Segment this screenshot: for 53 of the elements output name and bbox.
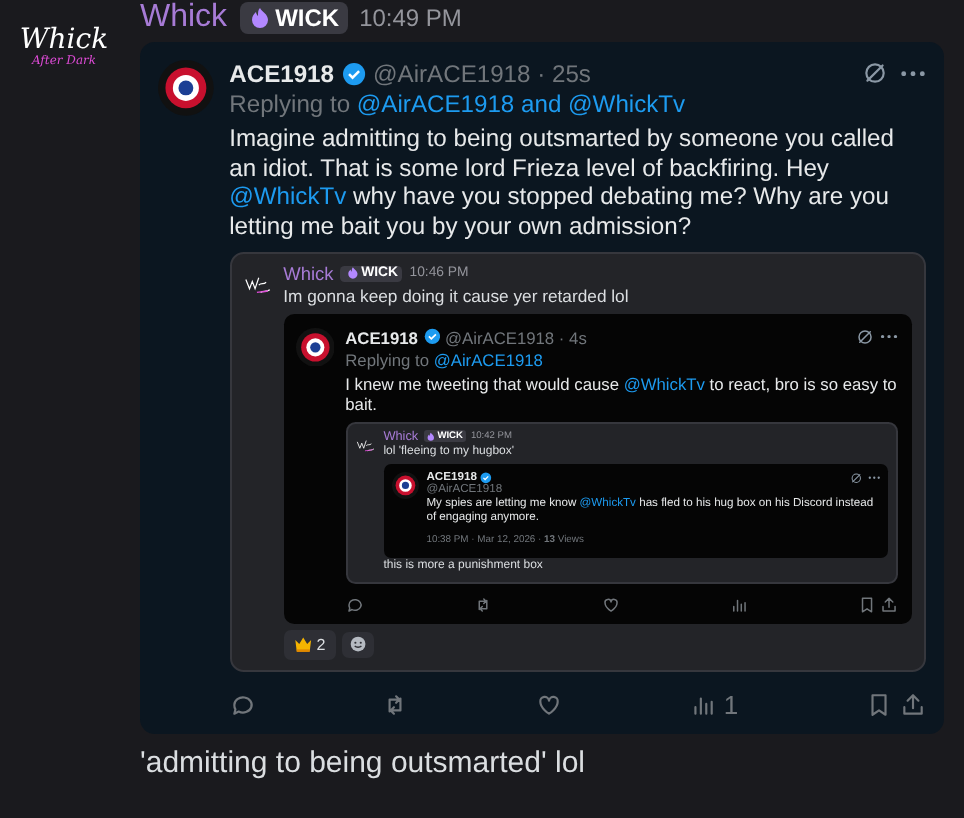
bookmark-icon[interactable] [857, 596, 876, 615]
verified-icon [480, 472, 493, 484]
bookmark-icon[interactable] [865, 692, 892, 719]
mention-link[interactable]: @WhickTv [229, 182, 347, 211]
author-name[interactable]: Whick [140, 0, 228, 36]
add-reaction-button[interactable] [342, 632, 375, 658]
mention-link[interactable]: and [521, 90, 562, 119]
share-icon[interactable] [899, 692, 926, 719]
flame-icon [426, 431, 436, 442]
signature-logo-icon [355, 437, 377, 453]
mention-link[interactable]: @WhickTv [623, 373, 705, 394]
more-icon[interactable] [899, 69, 926, 77]
mention-link[interactable]: @AirACE1918 [356, 90, 515, 119]
tweet-author: ACE1918 [345, 327, 418, 348]
share-icon[interactable] [880, 596, 899, 615]
tweet-text: Imagine admitting to being outsmarted by someone you called an idiot. That is some lord Frieza level of backfiring. Hey @WhickTv why have you stopped debating me? Why are you letting me bait you by your own admission? [229, 124, 896, 241]
heart-icon[interactable] [536, 692, 563, 719]
crown-icon [293, 636, 312, 653]
views-icon[interactable] [690, 692, 717, 719]
slashed-circle-icon[interactable] [849, 472, 863, 485]
message-text: 'admitting to being outsmarted' lol [140, 745, 588, 780]
mention-link[interactable]: @WhickTv [568, 90, 686, 119]
slashed-circle-icon[interactable] [862, 60, 889, 87]
more-icon[interactable] [867, 476, 880, 481]
verified-icon [341, 62, 366, 87]
roundel-avatar [296, 327, 335, 366]
slashed-circle-icon[interactable] [855, 327, 874, 346]
tweet-text: I knew me tweeting that would cause @WhickTv to react, bro is so easy to bait. [345, 373, 899, 414]
reply-icon[interactable] [345, 596, 364, 615]
smiley-icon [350, 636, 367, 653]
flame-icon [345, 266, 359, 281]
tweet-handle: @AirACE1918 · 25s [373, 60, 591, 89]
verified-icon [423, 328, 440, 346]
reaction-chip[interactable]: 2 [283, 630, 336, 660]
roundel-avatar [158, 60, 215, 116]
reply-line: Replying to @AirACE1918 [345, 349, 545, 370]
tweet-author: ACE1918 [229, 60, 334, 89]
signature-logo-icon [243, 274, 274, 297]
role-tag: WICK [239, 2, 348, 34]
flame-icon [247, 6, 272, 30]
tweet-handle: @AirACE1918 · 4s [445, 327, 587, 348]
retweet-icon[interactable] [473, 596, 492, 615]
message-time: 10:49 PM [359, 4, 462, 32]
message-text: Im gonna keep doing it cause yer retarded lol [283, 286, 631, 307]
mention-link[interactable]: @AirACE1918 [433, 349, 543, 370]
more-icon[interactable] [880, 333, 899, 339]
views-icon[interactable] [729, 596, 748, 615]
author-name[interactable]: Whick [283, 263, 334, 284]
reply-icon[interactable] [229, 692, 256, 719]
views-count: 1 [723, 690, 739, 721]
reply-line: Replying to @AirACE1918 and @WhickTv [229, 90, 688, 120]
roundel-avatar [392, 472, 420, 500]
heart-icon[interactable] [601, 596, 620, 615]
